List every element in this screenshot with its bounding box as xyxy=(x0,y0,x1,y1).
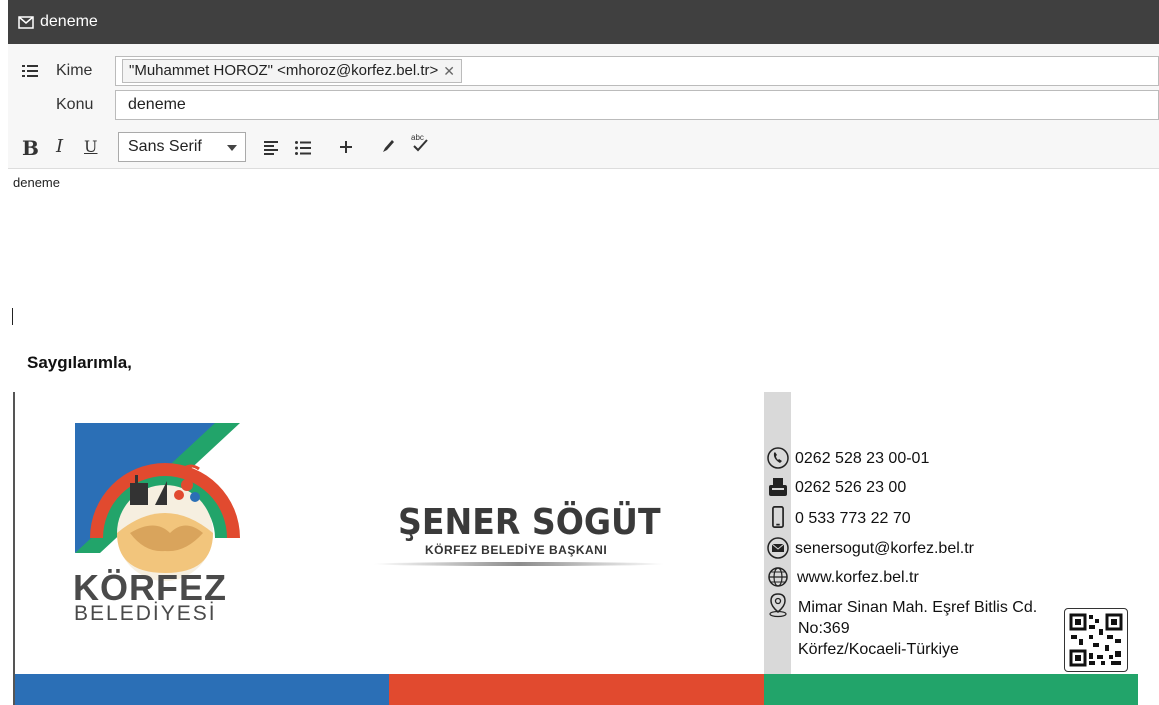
window-title: deneme xyxy=(40,13,98,30)
underline-button[interactable]: U xyxy=(84,137,97,156)
to-row: Kime "Muhammet HOROZ" <mhoroz@korfez.bel… xyxy=(8,56,1159,86)
address-block: Mimar Sinan Mah. Eşref Bitlis Cd. No:369… xyxy=(798,597,1037,660)
bold-button[interactable]: B xyxy=(22,136,39,160)
font-family-value: Sans Serif xyxy=(128,138,202,155)
globe-icon xyxy=(768,567,788,587)
closing-line: Saygılarımla, xyxy=(27,353,132,372)
mobile-number: 0 533 773 22 70 xyxy=(795,510,911,527)
subject-label: Konu xyxy=(56,96,94,113)
subject-field[interactable]: deneme xyxy=(115,90,1159,120)
text-cursor xyxy=(12,308,13,325)
person-name: ŞENER SÖGÜT xyxy=(398,502,661,543)
fax-number: 0262 526 23 00 xyxy=(795,479,907,496)
email-address[interactable]: senersogut@korfez.bel.tr xyxy=(795,540,974,558)
window-titlebar: deneme xyxy=(8,0,1159,44)
name-underline-shadow xyxy=(373,562,665,566)
website-url[interactable]: www.korfez.bel.tr xyxy=(797,569,919,587)
recipient-chip[interactable]: "Muhammet HOROZ" <mhoroz@korfez.bel.tr> … xyxy=(122,59,463,83)
font-family-select[interactable]: Sans Serif xyxy=(118,132,246,162)
address-line-3: Körfez/Kocaeli-Türkiye xyxy=(798,641,959,658)
pen-icon[interactable] xyxy=(381,138,395,159)
location-icon xyxy=(769,593,787,618)
subject-row: Konu deneme xyxy=(8,90,1159,120)
bullet-list-icon[interactable] xyxy=(295,139,311,160)
email-signature: KÖRFEZ BELEDİYESİ ŞENER SÖGÜT KÖRFEZ BEL… xyxy=(13,392,1138,705)
recipient-text: "Muhammet HOROZ" <mhoroz@korfez.bel.tr> xyxy=(129,62,439,79)
footer-band-green xyxy=(764,674,1138,705)
org-subtitle: BELEDİYESİ xyxy=(74,602,217,625)
phone-number: 0262 528 23 00-01 xyxy=(795,450,930,467)
remove-recipient-icon[interactable]: ✕ xyxy=(443,60,455,82)
fax-icon xyxy=(769,478,787,496)
contact-icon-strip xyxy=(764,392,791,674)
phone-icon xyxy=(767,447,789,469)
footer-band-blue xyxy=(15,674,389,705)
align-icon[interactable] xyxy=(264,139,280,160)
mail-icon xyxy=(18,14,34,30)
chevron-down-icon xyxy=(227,145,237,151)
message-body-text[interactable]: deneme xyxy=(13,175,60,190)
list-icon[interactable] xyxy=(22,64,38,82)
to-label: Kime xyxy=(56,62,93,79)
address-line-1: Mimar Sinan Mah. Eşref Bitlis Cd. xyxy=(798,599,1038,616)
compose-header: Kime "Muhammet HOROZ" <mhoroz@korfez.bel… xyxy=(8,44,1159,169)
email-icon xyxy=(767,537,789,559)
spellcheck-icon[interactable]: abc xyxy=(409,132,431,159)
person-title: KÖRFEZ BELEDİYE BAŞKANI xyxy=(425,543,608,557)
address-line-2: No:369 xyxy=(798,620,850,637)
qr-code xyxy=(1064,608,1128,672)
spellcheck-label: abc xyxy=(411,133,424,142)
to-field[interactable]: "Muhammet HOROZ" <mhoroz@korfez.bel.tr> … xyxy=(115,56,1159,86)
footer-band-red xyxy=(389,674,764,705)
plus-icon[interactable] xyxy=(339,138,353,159)
mobile-icon xyxy=(772,506,784,528)
subject-value: deneme xyxy=(128,96,186,113)
italic-button[interactable]: I xyxy=(56,136,63,157)
formatting-toolbar: B I U Sans Serif abc xyxy=(8,130,1159,166)
